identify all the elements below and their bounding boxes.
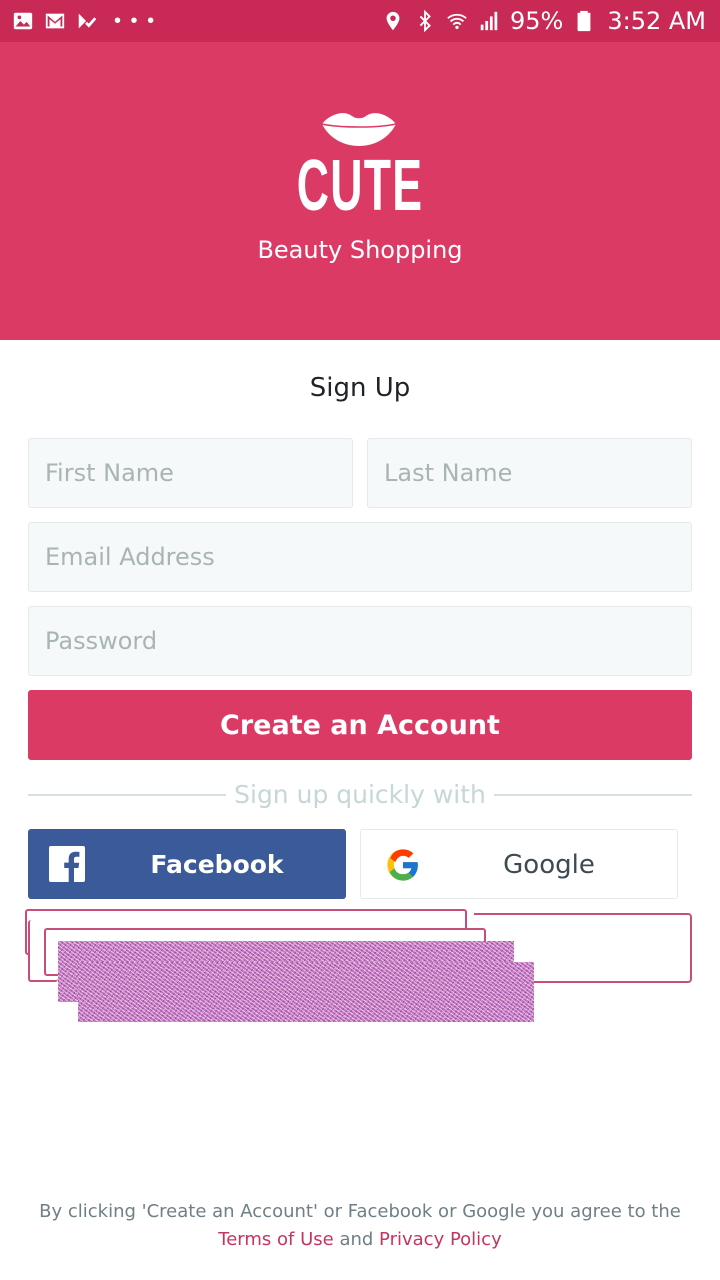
- terms-links-line: Terms of Use and Privacy Policy: [0, 1226, 720, 1254]
- divider-line-left: [28, 794, 226, 796]
- gallery-icon: [12, 10, 34, 32]
- location-icon: [382, 10, 404, 32]
- email-field[interactable]: [28, 522, 692, 592]
- last-name-field[interactable]: [367, 438, 692, 508]
- gmail-icon: [44, 10, 66, 32]
- terms-notice: By clicking 'Create an Account' or Faceb…: [0, 1198, 720, 1254]
- social-divider-text: Sign up quickly with: [234, 780, 486, 809]
- brand-tagline: Beauty Shopping: [257, 236, 463, 264]
- bluetooth-icon: [414, 10, 436, 32]
- facebook-icon: [49, 846, 85, 882]
- brand-logo-text: CUTE: [296, 146, 424, 226]
- password-field[interactable]: [28, 606, 692, 676]
- facebook-button-label: Facebook: [150, 849, 284, 879]
- form-title: Sign Up: [309, 373, 411, 403]
- first-name-field[interactable]: [28, 438, 353, 508]
- battery-percent: 95%: [510, 7, 564, 35]
- facebook-signup-button[interactable]: Facebook: [28, 829, 346, 899]
- battery-icon: [573, 10, 595, 32]
- last-name-input[interactable]: [384, 459, 675, 487]
- password-input[interactable]: [45, 627, 675, 655]
- terms-prefix-text: By clicking 'Create an Account' or Faceb…: [39, 1201, 681, 1222]
- email-input[interactable]: [45, 543, 675, 571]
- create-account-button[interactable]: Create an Account: [28, 690, 692, 760]
- checklist-icon: [76, 10, 98, 32]
- brand-header: CUTE Beauty Shopping: [0, 42, 720, 340]
- privacy-policy-link[interactable]: Privacy Policy: [379, 1229, 502, 1250]
- status-bar-right: 95% 3:52 AM: [382, 7, 706, 35]
- google-icon: [387, 849, 418, 881]
- terms-of-use-link[interactable]: Terms of Use: [218, 1229, 333, 1250]
- redacted-noise-block: [78, 962, 534, 1022]
- status-clock: 3:52 AM: [607, 7, 706, 35]
- wifi-icon: [446, 10, 468, 32]
- status-bar-left: • • •: [12, 10, 156, 32]
- divider-line-right: [494, 794, 692, 796]
- status-bar: • • • 95% 3:52 AM: [0, 0, 720, 42]
- lips-logo-icon: [321, 113, 397, 146]
- google-button-label: Google: [503, 850, 595, 880]
- first-name-input[interactable]: [45, 459, 336, 487]
- google-signup-button[interactable]: Google: [360, 829, 678, 899]
- signal-icon: [478, 10, 500, 32]
- more-notifications-icon: • • •: [114, 10, 157, 32]
- terms-and-text: and: [339, 1229, 374, 1250]
